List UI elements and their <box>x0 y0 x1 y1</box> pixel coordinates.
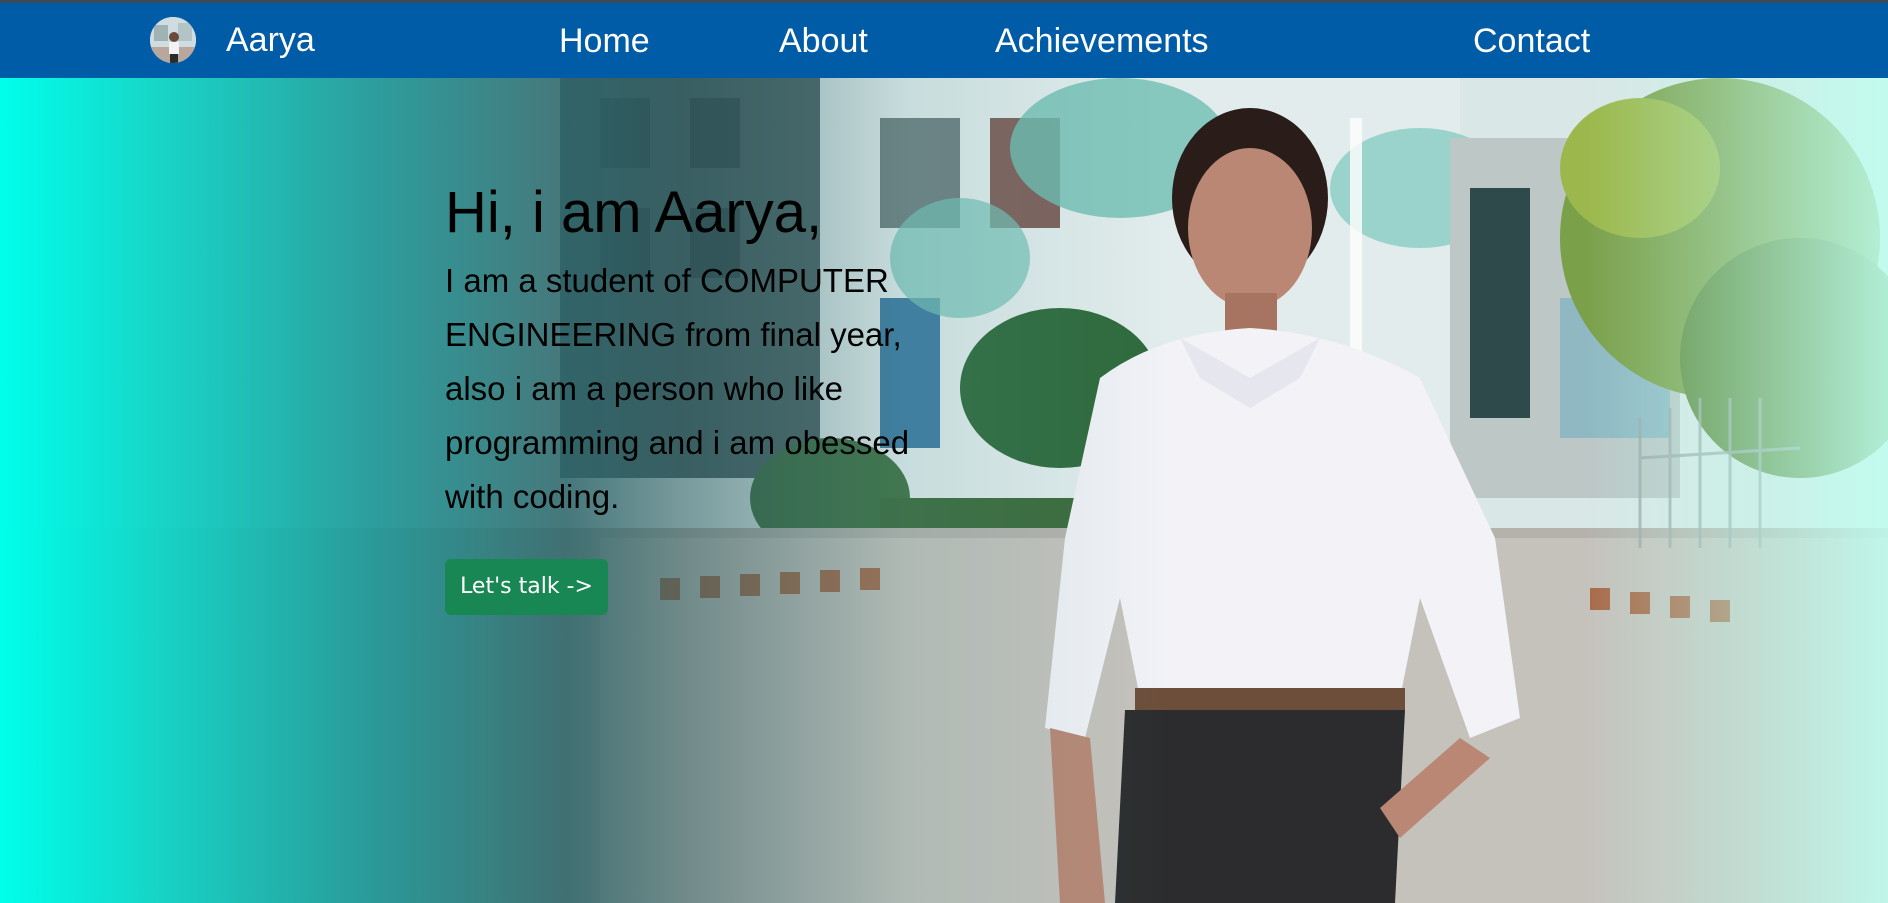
hero-text-block: Hi, i am Aarya, I am a student of COMPUT… <box>445 178 945 524</box>
nav-link-contact[interactable]: Contact <box>1473 21 1590 61</box>
nav-link-about[interactable]: About <box>779 21 868 61</box>
hero-description: I am a student of COMPUTER ENGINEERING f… <box>445 262 910 515</box>
navbar: Aarya Home About Achievements Contact <box>0 0 1888 78</box>
lets-talk-button[interactable]: Let's talk -> <box>445 559 608 615</box>
avatar-photo-icon <box>150 17 196 63</box>
nav-link-home[interactable]: Home <box>559 21 650 61</box>
nav-link-achievements[interactable]: Achievements <box>995 21 1209 61</box>
brand-name: Aarya <box>226 21 315 59</box>
hero-section: Hi, i am Aarya, I am a student of COMPUT… <box>0 78 1888 903</box>
avatar <box>150 17 196 63</box>
page: Aarya Home About Achievements Contact Hi… <box>0 0 1888 903</box>
hero-title: Hi, i am Aarya, <box>445 180 823 245</box>
brand-link[interactable]: Aarya <box>150 17 315 63</box>
